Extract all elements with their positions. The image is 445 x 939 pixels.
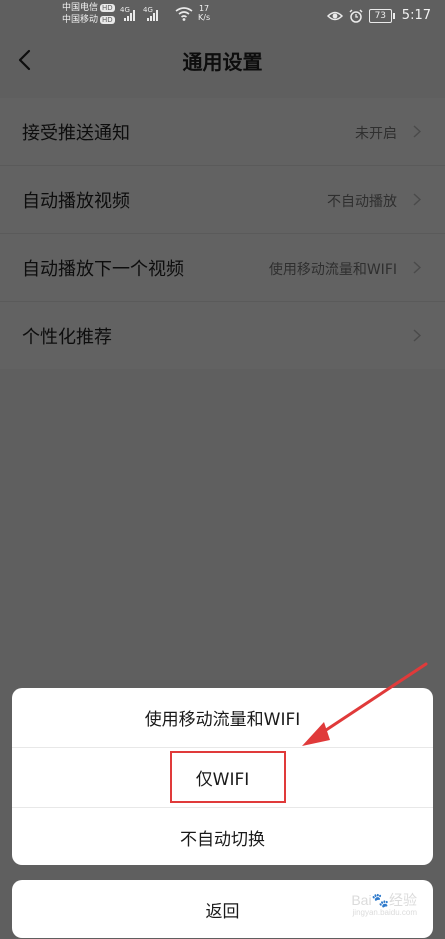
carrier-row-1: 中国电信 HD [62, 2, 115, 14]
option-label: 使用移动流量和WIFI [144, 710, 301, 730]
signal-group: 4G 4G [120, 7, 159, 21]
net-speed-unit: K/s [198, 13, 211, 22]
row-value: 不自动播放 [327, 194, 397, 210]
net-speed: 17 K/s [198, 4, 210, 22]
status-bar: 中国电信 HD 中国移动 HD 4G 4G 17 K/s 73 5:17 [0, 0, 445, 34]
back-button-label: 返回 [205, 901, 240, 922]
carrier-name-1: 中国电信 [62, 3, 99, 13]
option-label: 不自动切换 [180, 830, 265, 850]
battery-icon: 73 [368, 8, 395, 23]
highlight-box [170, 751, 286, 803]
row-value: 未开启 [355, 126, 397, 142]
settings-row-personalized[interactable]: 个性化推荐 [0, 302, 445, 369]
net-speed-value: 17 [198, 4, 210, 13]
hd-badge-1: HD [100, 3, 115, 12]
watermark-domain: jingyan.baidu.com [352, 908, 417, 917]
alarm-icon [349, 8, 363, 23]
chevron-right-icon [413, 329, 421, 342]
watermark: Bai🐾经验 jingyan.baidu.com [351, 890, 417, 917]
screen: 中国电信 HD 中国移动 HD 4G 4G 17 K/s 73 5:17 通用设… [0, 0, 445, 939]
signal-icon: 4G [120, 7, 136, 21]
carrier-info: 中国电信 HD 中国移动 HD [62, 2, 115, 26]
settings-row-autoplay-next[interactable]: 自动播放下一个视频 使用移动流量和WIFI [0, 234, 445, 302]
hd-badge-2: HD [100, 15, 115, 24]
action-sheet: 使用移动流量和WIFI 仅WIFI 不自动切换 [12, 688, 433, 865]
settings-list: 接受推送通知 未开启 自动播放视频 不自动播放 自动播放下一个视频 使用移动流量… [0, 98, 445, 369]
page-title: 通用设置 [182, 50, 263, 74]
chevron-right-icon [413, 125, 421, 138]
settings-row-push[interactable]: 接受推送通知 未开启 [0, 98, 445, 166]
wifi-icon [175, 7, 193, 21]
row-label: 自动播放视频 [22, 191, 130, 212]
paw-icon: 🐾 [371, 892, 389, 908]
watermark-brand-suffix: 经验 [389, 892, 417, 908]
signal-icon: 4G [143, 7, 159, 21]
net-type-1: 4G [120, 6, 130, 14]
chevron-right-icon [413, 193, 421, 206]
row-value: 使用移动流量和WIFI [268, 262, 397, 278]
watermark-brand: Bai [351, 892, 372, 908]
clock: 5:17 [401, 8, 431, 23]
row-label: 个性化推荐 [22, 327, 112, 348]
row-label: 接受推送通知 [22, 123, 130, 144]
option-mobile-and-wifi[interactable]: 使用移动流量和WIFI [12, 688, 433, 748]
title-bar: 通用设置 [0, 34, 445, 88]
status-right: 73 5:17 [326, 8, 431, 23]
settings-row-autoplay[interactable]: 自动播放视频 不自动播放 [0, 166, 445, 234]
option-wifi-only[interactable]: 仅WIFI [12, 748, 433, 808]
eye-icon [326, 11, 343, 20]
net-type-2: 4G [143, 6, 153, 14]
chevron-right-icon [413, 261, 421, 274]
carrier-row-2: 中国移动 HD [62, 14, 115, 26]
option-no-auto-switch[interactable]: 不自动切换 [12, 808, 433, 865]
row-label: 自动播放下一个视频 [22, 259, 184, 280]
carrier-name-2: 中国移动 [62, 15, 99, 25]
